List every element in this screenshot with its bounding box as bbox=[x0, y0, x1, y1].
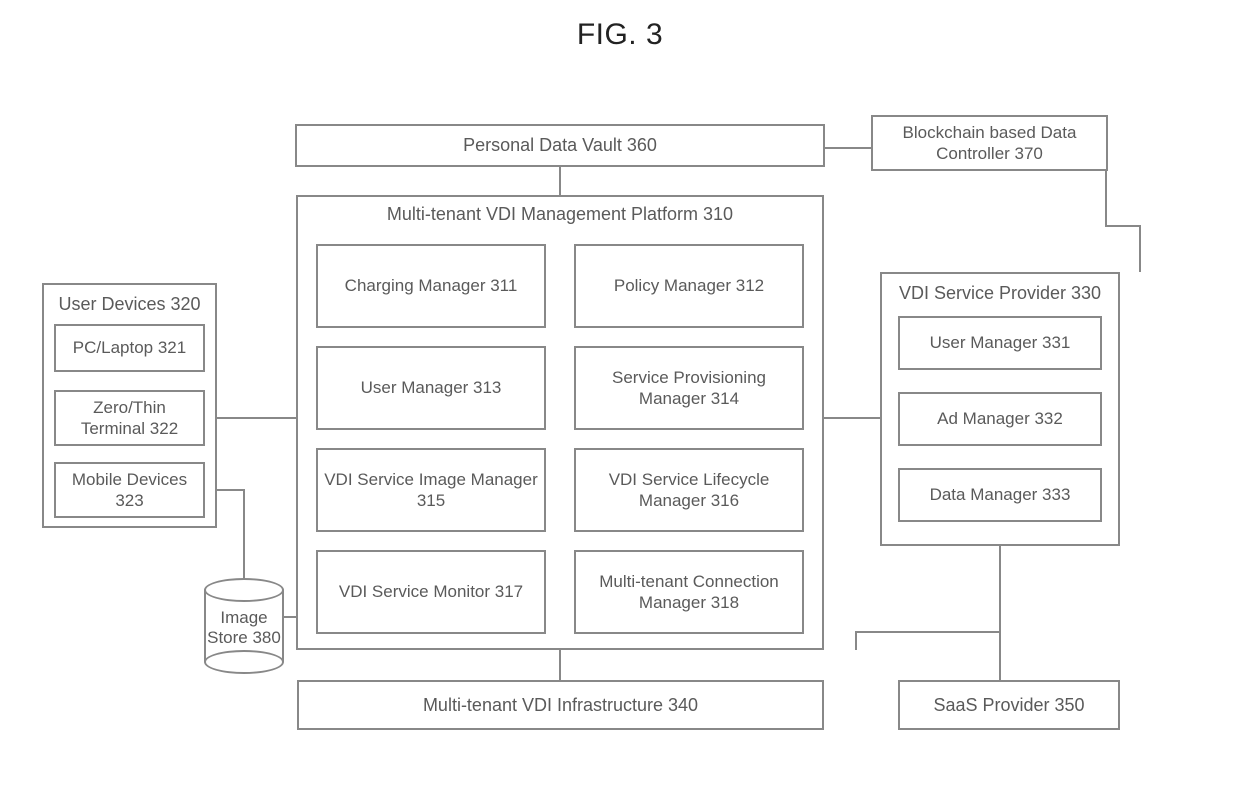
pc-laptop-box: PC/Laptop 321 bbox=[54, 324, 205, 372]
connector bbox=[283, 616, 296, 618]
connection-manager-label: Multi-tenant Connection Manager 318 bbox=[582, 571, 796, 614]
connector bbox=[999, 631, 1001, 680]
provider-user-manager-label: User Manager 331 bbox=[930, 332, 1071, 353]
connector bbox=[825, 147, 871, 149]
vdi-monitor-box: VDI Service Monitor 317 bbox=[316, 550, 546, 634]
charging-manager-label: Charging Manager 311 bbox=[345, 275, 518, 296]
user-manager-platform-box: User Manager 313 bbox=[316, 346, 546, 430]
connector bbox=[559, 650, 561, 680]
provider-title: VDI Service Provider 330 bbox=[882, 282, 1118, 305]
personal-data-vault-label: Personal Data Vault 360 bbox=[463, 134, 657, 157]
ad-manager-box: Ad Manager 332 bbox=[898, 392, 1102, 446]
ad-manager-label: Ad Manager 332 bbox=[937, 408, 1063, 429]
connector bbox=[824, 417, 880, 419]
image-store-cylinder: Image Store 380 bbox=[204, 578, 284, 674]
policy-manager-label: Policy Manager 312 bbox=[614, 275, 764, 296]
blockchain-controller-box: Blockchain based Data Controller 370 bbox=[871, 115, 1108, 171]
pc-laptop-label: PC/Laptop 321 bbox=[73, 337, 186, 358]
mobile-devices-label: Mobile Devices 323 bbox=[62, 469, 197, 512]
connector bbox=[217, 417, 296, 419]
service-provisioning-box: Service Provisioning Manager 314 bbox=[574, 346, 804, 430]
vdi-monitor-label: VDI Service Monitor 317 bbox=[339, 581, 523, 602]
data-manager-label: Data Manager 333 bbox=[930, 484, 1071, 505]
vdi-image-manager-label: VDI Service Image Manager 315 bbox=[324, 469, 538, 512]
zero-thin-box: Zero/Thin Terminal 322 bbox=[54, 390, 205, 446]
connector bbox=[559, 167, 561, 195]
connector bbox=[999, 546, 1001, 633]
user-manager-platform-label: User Manager 313 bbox=[361, 377, 502, 398]
zero-thin-label: Zero/Thin Terminal 322 bbox=[62, 397, 197, 440]
saas-provider-label: SaaS Provider 350 bbox=[933, 694, 1084, 717]
service-provisioning-label: Service Provisioning Manager 314 bbox=[582, 367, 796, 410]
data-manager-box: Data Manager 333 bbox=[898, 468, 1102, 522]
blockchain-controller-label: Blockchain based Data Controller 370 bbox=[879, 122, 1100, 165]
charging-manager-box: Charging Manager 311 bbox=[316, 244, 546, 328]
mobile-devices-box: Mobile Devices 323 bbox=[54, 462, 205, 518]
vdi-image-manager-box: VDI Service Image Manager 315 bbox=[316, 448, 546, 532]
provider-user-manager-box: User Manager 331 bbox=[898, 316, 1102, 370]
connector bbox=[1139, 225, 1141, 272]
connector bbox=[1105, 225, 1141, 227]
image-store-label: Image Store 380 bbox=[204, 608, 284, 649]
vdi-lifecycle-label: VDI Service Lifecycle Manager 316 bbox=[582, 469, 796, 512]
connector bbox=[1105, 171, 1107, 227]
personal-data-vault-box: Personal Data Vault 360 bbox=[295, 124, 825, 167]
connector bbox=[855, 631, 857, 650]
platform-title: Multi-tenant VDI Management Platform 310 bbox=[298, 203, 822, 226]
connector bbox=[217, 489, 245, 491]
infrastructure-label: Multi-tenant VDI Infrastructure 340 bbox=[423, 694, 698, 717]
figure-title: FIG. 3 bbox=[0, 18, 1240, 52]
user-devices-title: User Devices 320 bbox=[44, 293, 215, 316]
connection-manager-box: Multi-tenant Connection Manager 318 bbox=[574, 550, 804, 634]
infrastructure-box: Multi-tenant VDI Infrastructure 340 bbox=[297, 680, 824, 730]
vdi-lifecycle-box: VDI Service Lifecycle Manager 316 bbox=[574, 448, 804, 532]
connector bbox=[855, 631, 1001, 633]
saas-provider-box: SaaS Provider 350 bbox=[898, 680, 1120, 730]
policy-manager-box: Policy Manager 312 bbox=[574, 244, 804, 328]
figure-stage: FIG. 3 Personal Data Vault 360 Blockchai… bbox=[0, 0, 1240, 788]
connector bbox=[243, 489, 245, 582]
